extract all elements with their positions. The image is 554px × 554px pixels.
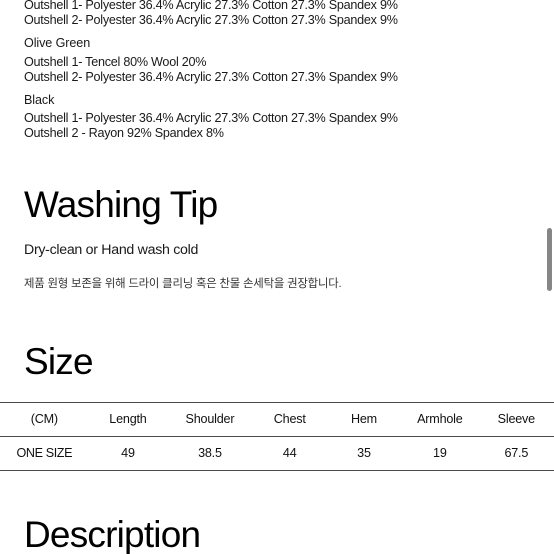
scroll-content: Outshell 1- Polyester 36.4% Acrylic 27.3… bbox=[0, 0, 554, 554]
size-table-header-cell: (CM) bbox=[30, 412, 58, 427]
size-table-header-cell: Shoulder bbox=[185, 412, 235, 427]
size-table-header-cell: Sleeve bbox=[497, 412, 536, 427]
fabric-color-name: Black bbox=[24, 93, 55, 108]
size-table-header-cell: Hem bbox=[350, 412, 377, 427]
washing-tip-heading: Washing Tip bbox=[24, 183, 218, 225]
fabric-line: Outshell 2- Polyester 36.4% Acrylic 27.3… bbox=[24, 13, 398, 28]
vertical-scrollbar[interactable] bbox=[545, 0, 554, 554]
size-table-header-cell: Chest bbox=[273, 412, 306, 427]
table-row: ONE SIZE 49 38.5 44 35 19 67.5 bbox=[0, 436, 554, 471]
fabric-line: Outshell 2- Polyester 36.4% Acrylic 27.3… bbox=[24, 69, 398, 84]
size-table-header-row: (CM) Length Shoulder Chest Hem Armhole S… bbox=[0, 402, 554, 437]
size-table-cell: 49 bbox=[121, 446, 135, 461]
fabric-line: Outshell 1- Polyester 36.4% Acrylic 27.3… bbox=[24, 0, 398, 12]
size-table-cell: 38.5 bbox=[198, 446, 222, 461]
fabric-line: Outshell 1- Tencel 80% Wool 20% bbox=[24, 54, 207, 69]
size-table-cell: ONE SIZE bbox=[16, 446, 73, 461]
size-heading: Size bbox=[24, 340, 94, 382]
size-table: (CM) Length Shoulder Chest Hem Armhole S… bbox=[0, 402, 554, 471]
product-detail-page: Outshell 1- Polyester 36.4% Acrylic 27.3… bbox=[0, 0, 554, 554]
fabric-color-name: Olive Green bbox=[24, 36, 91, 51]
size-table-header-cell: Length bbox=[109, 412, 147, 427]
washing-tip-korean: 제품 원형 보존을 위해 드라이 클리닝 혹은 찬물 손세탁을 권장합니다. bbox=[24, 277, 342, 290]
fabric-line: Outshell 1- Polyester 36.4% Acrylic 27.3… bbox=[24, 111, 398, 126]
scrollbar-thumb[interactable] bbox=[547, 228, 552, 291]
size-table-cell: 44 bbox=[282, 446, 297, 461]
size-table-wrapper: (CM) Length Shoulder Chest Hem Armhole S… bbox=[0, 402, 554, 471]
description-heading: Description bbox=[24, 513, 201, 554]
size-table-cell: 35 bbox=[357, 446, 371, 461]
size-table-cell: 19 bbox=[433, 446, 447, 461]
size-table-header-cell: Armhole bbox=[417, 412, 463, 427]
washing-tip-english: Dry-clean or Hand wash cold bbox=[24, 241, 199, 258]
size-table-cell: 67.5 bbox=[504, 446, 529, 461]
fabric-composition-block: Outshell 1- Polyester 36.4% Acrylic 27.3… bbox=[24, 0, 530, 142]
fabric-line: Outshell 2 - Rayon 92% Spandex 8% bbox=[24, 126, 224, 141]
